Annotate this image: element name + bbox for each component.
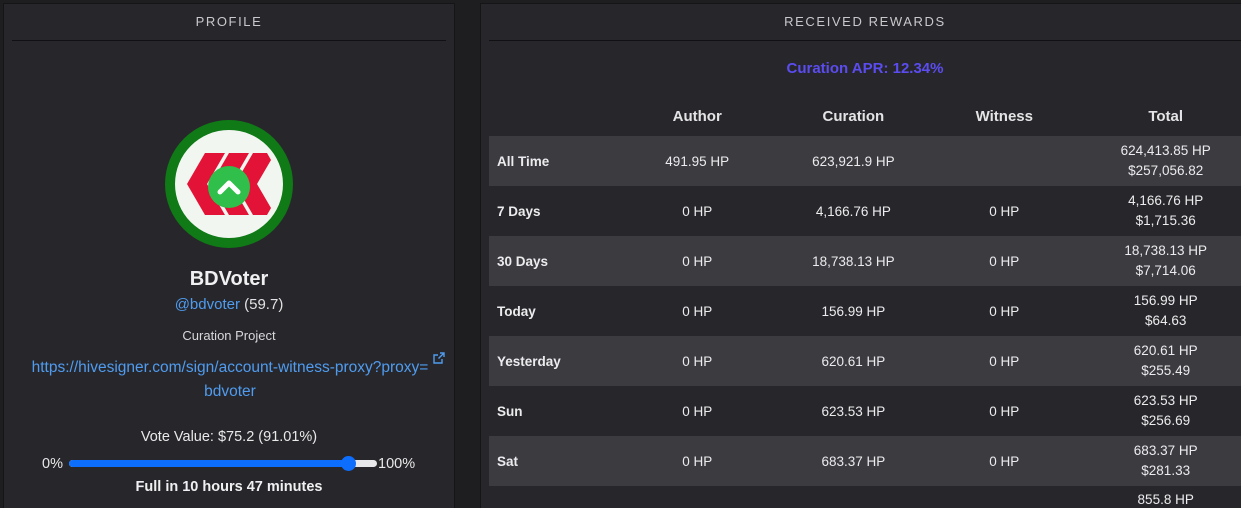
column-header bbox=[489, 96, 614, 136]
total-hp: 156.99 HP bbox=[1133, 293, 1198, 308]
total-hp: 620.61 HP bbox=[1133, 343, 1198, 358]
column-header-witness: Witness bbox=[975, 107, 1033, 125]
total-hp: 18,738.13 HP bbox=[1124, 243, 1207, 258]
row-label bbox=[489, 486, 614, 508]
total-hp: 623.53 HP bbox=[1133, 393, 1198, 408]
table-row: Yesterday 0 HP 620.61 HP 0 HP 620.61 HP $255.… bbox=[489, 336, 1241, 386]
total-usd: $255.49 bbox=[1141, 363, 1191, 378]
table-row: All Time 491.95 HP 623,921.9 HP 624,413.85 … bbox=[489, 136, 1241, 186]
avatar[interactable] bbox=[165, 120, 293, 248]
witness-cell bbox=[926, 136, 1083, 186]
total-cell: 624,413.85 HP $257,056.82 bbox=[1082, 136, 1241, 186]
table-row: 855.8 HP bbox=[489, 486, 1241, 508]
curation-cell: 156.99 HP bbox=[821, 303, 886, 319]
profile-reputation: (59.7) bbox=[244, 296, 284, 313]
curation-cell: 18,738.13 HP bbox=[780, 236, 927, 286]
witness-cell: 0 HP bbox=[989, 203, 1020, 219]
total-cell: 855.8 HP bbox=[1082, 486, 1241, 508]
row-label: All Time bbox=[489, 136, 614, 186]
column-header-total: Total bbox=[1148, 107, 1184, 125]
author-cell: 0 HP bbox=[682, 303, 713, 319]
author-cell: 0 HP bbox=[613, 336, 781, 386]
curation-apr: Curation APR: 12.34% bbox=[786, 60, 944, 77]
total-usd: $256.69 bbox=[1141, 413, 1191, 428]
total-cell: 623.53 HP $256.69 bbox=[1082, 386, 1241, 436]
table-row: Today 0 HP 156.99 HP 0 HP 156.99 HP $64.63 bbox=[489, 286, 1241, 336]
table-row: Sun 0 HP 623.53 HP 0 HP 623.53 HP $256.69 bbox=[489, 386, 1241, 436]
author-cell: 0 HP bbox=[613, 236, 781, 286]
column-header-author: Author bbox=[672, 107, 722, 125]
total-cell: 683.37 HP $281.33 bbox=[1082, 436, 1241, 486]
total-usd: $1,715.36 bbox=[1135, 213, 1196, 228]
total-usd: $281.33 bbox=[1141, 463, 1191, 478]
row-label: Yesterday bbox=[489, 336, 614, 386]
profile-handle-link[interactable]: @bdvoter bbox=[175, 296, 240, 313]
slider-min-label: 0% bbox=[42, 456, 63, 472]
witness-cell: 0 HP bbox=[989, 403, 1020, 419]
profile-name: BDVoter bbox=[189, 268, 269, 290]
curation-cell bbox=[780, 486, 926, 508]
witness-cell: 0 HP bbox=[926, 236, 1083, 286]
slider-thumb[interactable] bbox=[341, 456, 357, 471]
total-cell: 156.99 HP $64.63 bbox=[1082, 286, 1241, 336]
upvote-icon bbox=[208, 166, 250, 208]
curation-cell: 4,166.76 HP bbox=[815, 203, 891, 219]
voting-power-recharge-time: Full in 10 hours 47 minutes bbox=[135, 479, 323, 495]
rewards-panel-title: RECEIVED REWARDS bbox=[489, 4, 1241, 41]
profile-description: Curation Project bbox=[182, 328, 276, 343]
table-header-row: Author Curation Witness Total bbox=[489, 96, 1241, 136]
vote-weight-slider[interactable]: 0% 100% bbox=[42, 454, 422, 474]
external-link-icon[interactable] bbox=[433, 352, 445, 364]
total-usd: $7,714.06 bbox=[1135, 263, 1196, 278]
total-hp: 4,166.76 HP bbox=[1128, 193, 1204, 208]
total-usd: $64.63 bbox=[1145, 313, 1187, 328]
profile-panel: PROFILE BDVoter @bdvoter (59.7) Curation… bbox=[3, 3, 455, 508]
row-label: Today bbox=[497, 303, 536, 319]
slider-max-label: 100% bbox=[378, 456, 416, 472]
total-hp: 683.37 HP bbox=[1133, 443, 1198, 458]
profile-panel-title: PROFILE bbox=[12, 4, 446, 41]
author-cell: 0 HP bbox=[682, 203, 713, 219]
profile-handle-line: @bdvoter (59.7) bbox=[4, 296, 454, 313]
rewards-panel: RECEIVED REWARDS Curation APR: 12.34% Au… bbox=[480, 3, 1241, 508]
slider-fill bbox=[69, 460, 350, 467]
author-cell: 491.95 HP bbox=[613, 136, 781, 186]
witness-cell: 0 HP bbox=[926, 336, 1083, 386]
rewards-table: Author Curation Witness Total All Time 49… bbox=[489, 96, 1241, 508]
profile-website-link[interactable]: https://hivesigner.com/sign/account-witn… bbox=[28, 356, 432, 404]
witness-cell bbox=[926, 486, 1082, 508]
curation-cell: 683.37 HP bbox=[780, 436, 927, 486]
table-row: Sat 0 HP 683.37 HP 0 HP 683.37 HP $281.33 bbox=[489, 436, 1241, 486]
witness-cell: 0 HP bbox=[926, 436, 1083, 486]
row-label: Sat bbox=[489, 436, 614, 486]
author-cell: 0 HP bbox=[613, 436, 781, 486]
total-hp: 624,413.85 HP bbox=[1120, 143, 1211, 158]
witness-cell: 0 HP bbox=[989, 303, 1020, 319]
curation-cell: 620.61 HP bbox=[780, 336, 927, 386]
table-row: 7 Days 0 HP 4,166.76 HP 0 HP 4,166.76 HP $1,7… bbox=[489, 186, 1241, 236]
column-header-curation: Curation bbox=[822, 107, 885, 125]
total-cell: 620.61 HP $255.49 bbox=[1082, 336, 1241, 386]
table-row: 30 Days 0 HP 18,738.13 HP 0 HP 18,738.13 HP $… bbox=[489, 236, 1241, 286]
total-cell: 18,738.13 HP $7,714.06 bbox=[1082, 236, 1241, 286]
total-hp: 855.8 HP bbox=[1137, 492, 1194, 507]
row-label: Sun bbox=[497, 403, 523, 419]
vote-value: Vote Value: $75.2 (91.01%) bbox=[140, 429, 318, 445]
total-usd: $257,056.82 bbox=[1128, 163, 1204, 178]
curation-cell: 623,921.9 HP bbox=[780, 136, 927, 186]
slider-track[interactable] bbox=[69, 456, 377, 471]
author-cell: 0 HP bbox=[682, 403, 713, 419]
total-cell: 4,166.76 HP $1,715.36 bbox=[1082, 186, 1241, 236]
row-label: 7 Days bbox=[497, 203, 541, 219]
row-label: 30 Days bbox=[489, 236, 614, 286]
curation-cell: 623.53 HP bbox=[821, 403, 886, 419]
author-cell bbox=[614, 486, 781, 508]
